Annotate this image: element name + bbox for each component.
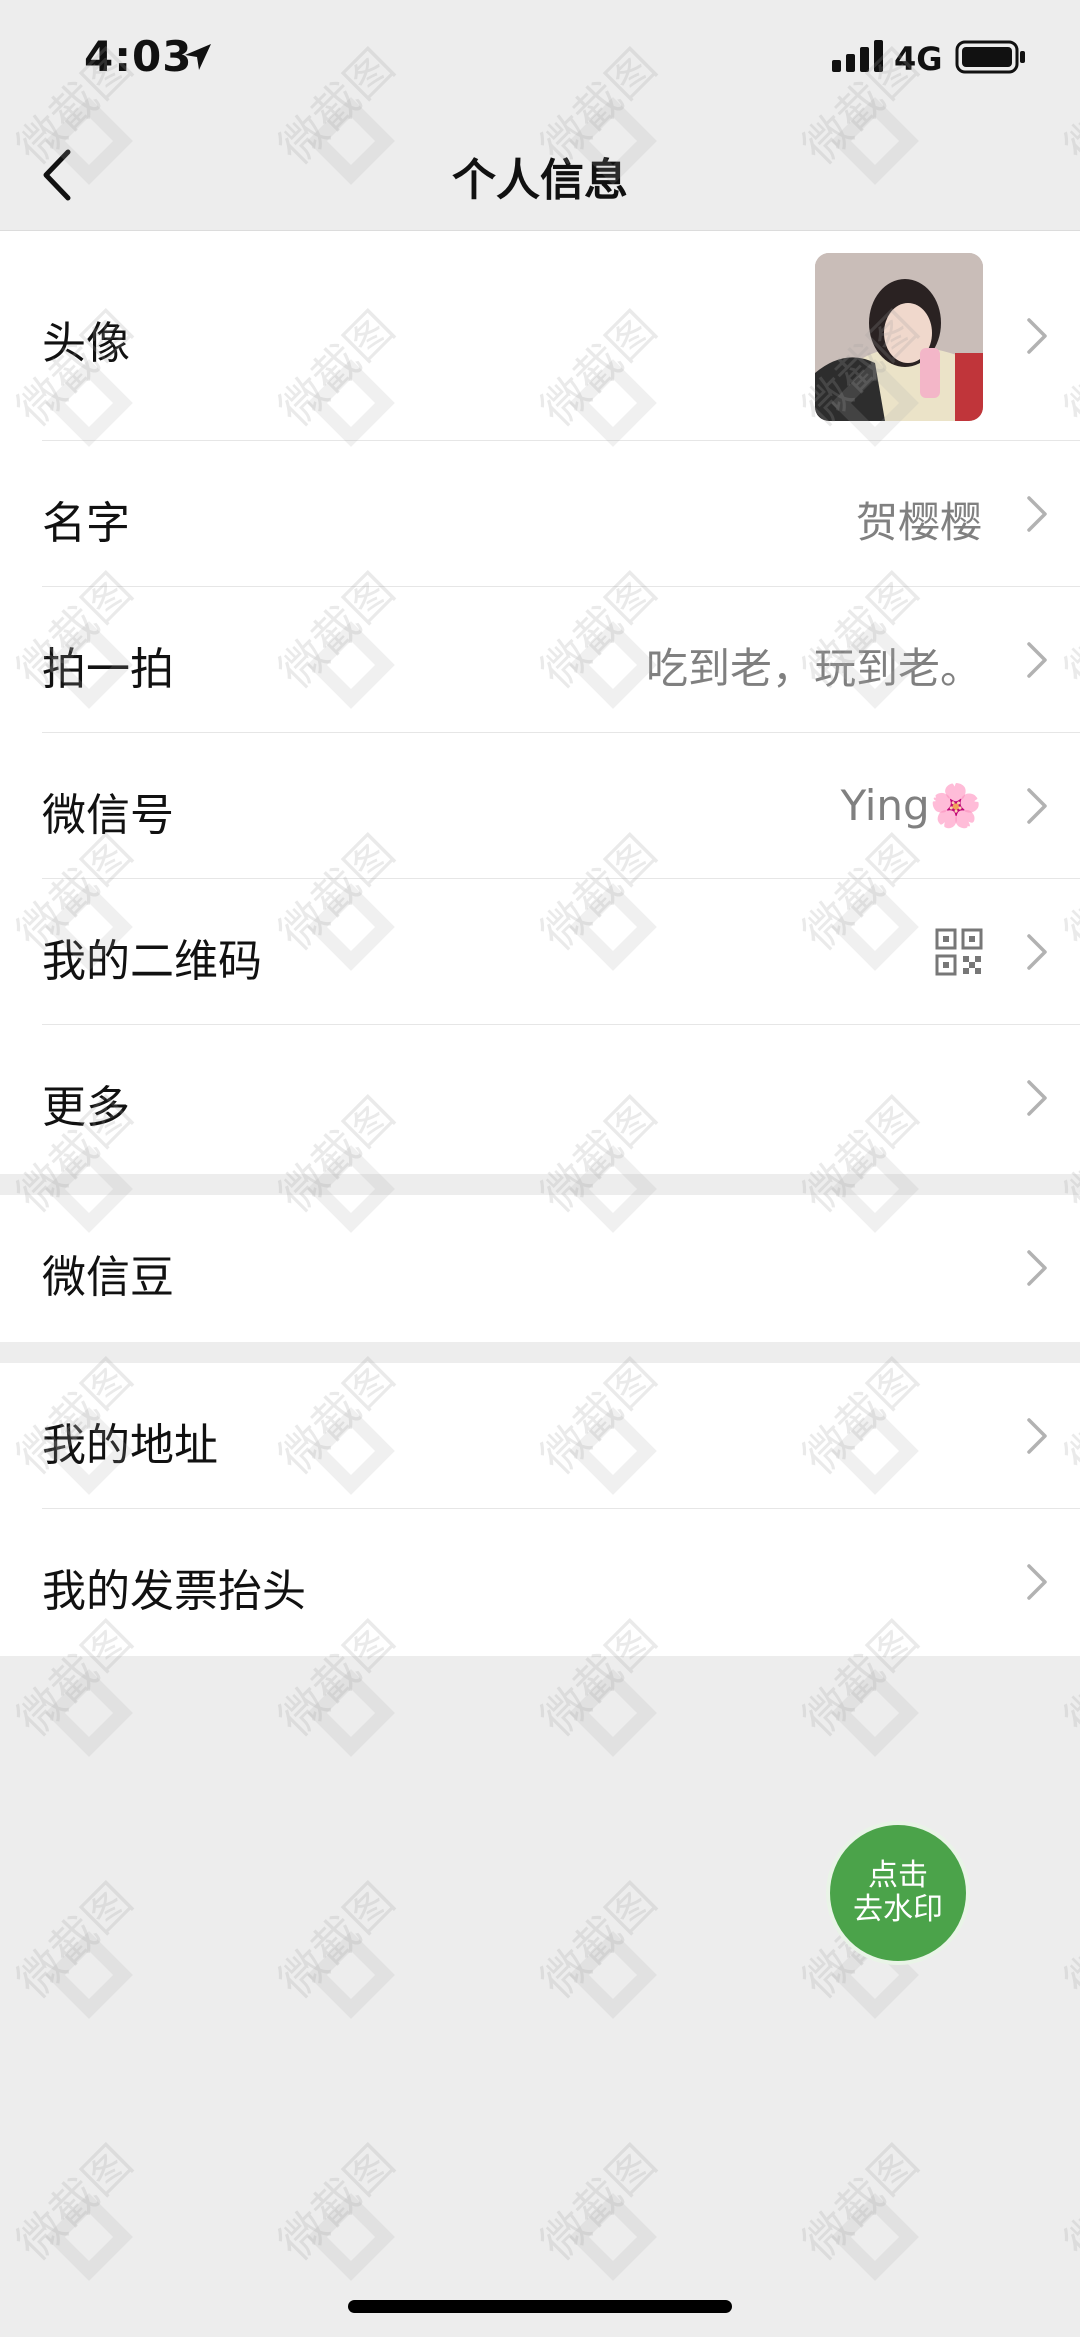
location-arrow-icon [185,44,211,70]
row-label: 名字 [42,498,130,549]
row-label: 微信豆 [42,1252,174,1303]
watermark-logo-icon [45,1669,133,1757]
chevron-right-icon [1027,496,1047,532]
watermark-tile: 微截图 [1048,2135,1080,2306]
watermark-logo-icon [569,1931,657,2019]
chevron-right-icon [1027,1418,1047,1454]
home-indicator[interactable] [348,2300,732,2313]
row-label: 头像 [42,318,130,369]
wechat-id-value: Ying🌸 [840,781,982,830]
fab-line1: 点击 [868,1858,928,1893]
page-title: 个人信息 [452,155,628,206]
watermark-tile: 微截图 [524,1873,674,2044]
invoice-title-row[interactable]: 我的发票抬头 [0,1509,1080,1656]
watermark-logo-icon [569,1669,657,1757]
qr-code-icon [935,928,983,976]
watermark-logo-icon [307,2193,395,2281]
watermark-text: 微截图 [792,2134,929,2271]
status-time: 4:03 [84,32,193,81]
pat-row[interactable]: 拍一拍 吃到老，玩到老。 [0,587,1080,733]
watermark-tile: 微截图 [0,1873,150,2044]
row-label: 更多 [42,1082,130,1133]
chevron-right-icon [1027,1564,1047,1600]
row-label: 我的发票抬头 [42,1566,306,1617]
watermark-logo-icon [831,2193,919,2281]
watermark-tile: 微截图 [262,1873,412,2044]
watermark-text: 微截图 [1054,2134,1080,2271]
pat-value: 吃到老，玩到老。 [645,644,982,693]
watermark-text: 微截图 [1054,1872,1080,2009]
chevron-right-icon [1027,318,1047,354]
watermark-text: 微截图 [268,1872,405,2009]
watermark-text: 微截图 [268,2134,405,2271]
watermark-logo-icon [45,2193,133,2281]
chevron-right-icon [1027,1080,1047,1116]
battery-icon [955,40,1025,74]
chevron-right-icon [1027,642,1047,678]
navigation-bar: 个人信息 [0,120,1080,231]
watermark-logo-icon [569,2193,657,2281]
wechat-beans-row[interactable]: 微信豆 [0,1195,1080,1342]
watermark-logo-icon [45,1931,133,2019]
beans-group: 微信豆 [0,1195,1080,1342]
watermark-text: 微截图 [6,2134,143,2271]
name-value: 贺樱樱 [855,498,982,547]
remove-watermark-button[interactable]: 点击 去水印 [826,1821,970,1965]
chevron-right-icon [1027,1250,1047,1286]
watermark-text: 微截图 [530,2134,667,2271]
wechat-id-row[interactable]: 微信号 Ying🌸 [0,733,1080,879]
watermark-logo-icon [307,1669,395,1757]
watermark-tile: 微截图 [0,2135,150,2306]
fab-line2: 去水印 [853,1892,943,1927]
watermark-logo-icon [831,1669,919,1757]
status-bar: 4:03 4G [0,0,1080,120]
profile-group: 头像 名字 贺樱樱 拍一拍 吃到老，玩到老。 微信号 Ying🌸 我的二维码 更… [0,231,1080,1174]
name-row[interactable]: 名字 贺樱樱 [0,441,1080,587]
chevron-right-icon [1027,934,1047,970]
avatar-row[interactable]: 头像 [0,231,1080,441]
my-address-row[interactable]: 我的地址 [0,1363,1080,1509]
address-group: 我的地址 我的发票抬头 [0,1363,1080,1656]
watermark-text: 微截图 [530,1872,667,2009]
row-label: 我的二维码 [42,936,262,987]
row-label: 微信号 [42,790,174,841]
chevron-right-icon [1027,788,1047,824]
more-row[interactable]: 更多 [0,1025,1080,1174]
watermark-tile: 微截图 [1048,1873,1080,2044]
qr-code-row[interactable]: 我的二维码 [0,879,1080,1025]
avatar-image [815,253,983,421]
cellular-signal-icon [832,40,883,72]
watermark-text: 微截图 [6,1872,143,2009]
row-label: 我的地址 [42,1420,218,1471]
watermark-tile: 微截图 [786,2135,936,2306]
row-label: 拍一拍 [42,644,174,695]
avatar[interactable] [815,253,983,421]
watermark-tile: 微截图 [524,2135,674,2306]
network-type: 4G [894,40,943,78]
watermark-logo-icon [307,1931,395,2019]
watermark-tile: 微截图 [262,2135,412,2306]
